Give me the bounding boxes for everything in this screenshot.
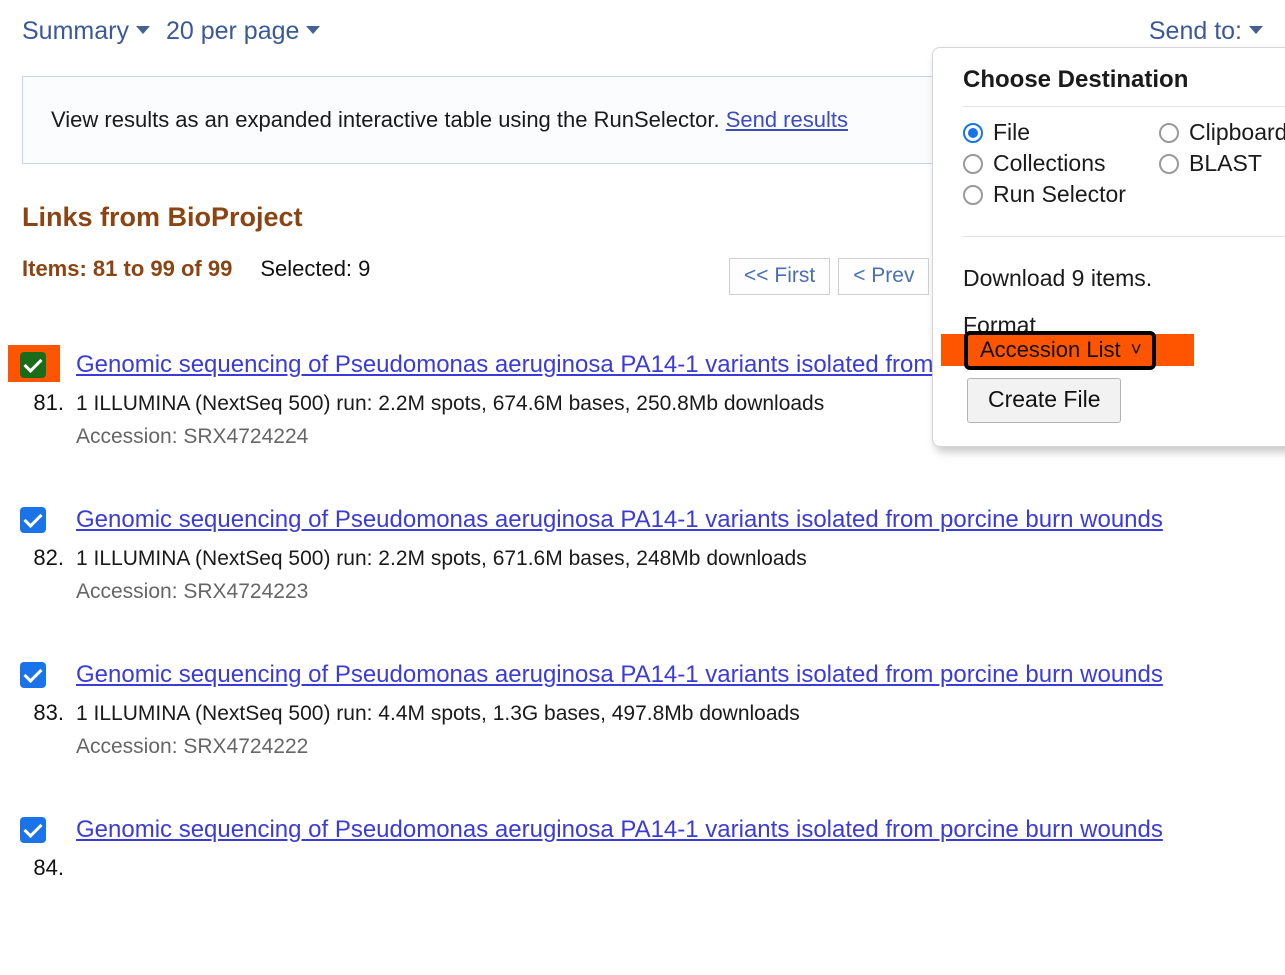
banner-text: View results as an expanded interactive … — [51, 107, 726, 132]
result-checkbox-wrap — [20, 352, 46, 378]
result-number: 84. — [33, 855, 64, 880]
items-summary-row: Items: 81 to 99 of 99 Selected: 9 — [22, 256, 370, 282]
destination-option-file[interactable]: File — [963, 119, 1159, 146]
radio-selected-icon[interactable] — [963, 122, 983, 143]
format-select[interactable]: Accession List ˅ — [964, 331, 1156, 370]
destination-option-collections[interactable]: Collections — [963, 150, 1159, 177]
destination-option-label: Collections — [993, 150, 1106, 176]
chevron-down-icon[interactable] — [1249, 26, 1263, 34]
result-body: Genomic sequencing of Pseudomonas aerugi… — [76, 805, 1285, 849]
toolbar-left-group: Summary 20 per page — [22, 17, 336, 46]
send-to-group[interactable]: Send to: — [1149, 17, 1263, 46]
list-item: 84. Genomic sequencing of Pseudomonas ae… — [0, 805, 1285, 960]
send-to-dropdown-panel: Choose Destination File Clipboard Collec… — [932, 47, 1285, 447]
result-title-link[interactable]: Genomic sequencing of Pseudomonas aerugi… — [76, 501, 1201, 539]
display-format-button[interactable]: Summary — [22, 17, 129, 46]
panel-title: Choose Destination — [963, 66, 1189, 93]
destination-option-label: Clipboard — [1189, 119, 1285, 145]
per-page-button[interactable]: 20 per page — [166, 17, 299, 46]
destination-option-label: BLAST — [1189, 150, 1262, 176]
result-checkbox-wrap — [20, 507, 46, 533]
destination-row: Run Selector — [963, 181, 1285, 208]
items-range-label: Items: 81 to 99 of 99 — [22, 256, 233, 281]
chevron-down-icon[interactable] — [135, 26, 150, 34]
page-title: Links from BioProject — [22, 202, 303, 232]
result-meta: 1 ILLUMINA (NextSeq 500) run: 4.4M spots… — [76, 702, 800, 726]
result-title-link[interactable]: Genomic sequencing of Pseudomonas aerugi… — [76, 656, 1201, 694]
list-item: 82. Genomic sequencing of Pseudomonas ae… — [0, 495, 1285, 650]
result-checkbox[interactable] — [20, 352, 46, 378]
send-to-button[interactable]: Send to: — [1149, 17, 1242, 46]
list-item: 83. Genomic sequencing of Pseudomonas ae… — [0, 650, 1285, 805]
destination-option-label: Run Selector — [993, 181, 1126, 207]
destination-option-blast[interactable]: BLAST — [1159, 150, 1262, 177]
result-checkbox[interactable] — [20, 507, 46, 533]
result-meta: 1 ILLUMINA (NextSeq 500) run: 2.2M spots… — [76, 547, 807, 571]
radio-icon[interactable] — [1159, 122, 1179, 143]
send-results-link[interactable]: Send results — [726, 107, 848, 132]
destination-row: Collections BLAST — [963, 150, 1285, 177]
banner-text-wrap: View results as an expanded interactive … — [23, 107, 848, 133]
chevron-down-icon[interactable] — [306, 26, 321, 34]
destination-row: File Clipboard — [963, 119, 1285, 146]
radio-icon[interactable] — [1159, 153, 1179, 174]
result-accession: Accession: SRX4724222 — [76, 735, 309, 759]
result-body: Genomic sequencing of Pseudomonas aerugi… — [76, 495, 1285, 604]
result-checkbox[interactable] — [20, 662, 46, 688]
result-checkbox-wrap — [20, 817, 46, 843]
destination-radio-group: File Clipboard Collections BLAST Run Sel… — [933, 107, 1285, 226]
destination-option-label: File — [993, 119, 1031, 145]
prev-page-button[interactable]: < Prev — [838, 258, 930, 296]
destination-option-clipboard[interactable]: Clipboard — [1159, 119, 1285, 146]
radio-icon[interactable] — [963, 153, 983, 174]
result-checkbox[interactable] — [20, 817, 46, 843]
first-page-button[interactable]: << First — [729, 258, 831, 296]
result-number: 81. — [33, 390, 64, 415]
result-checkbox-wrap — [20, 662, 46, 688]
selected-count-label: Selected: 9 — [260, 256, 371, 281]
download-count-label: Download 9 items. — [963, 265, 1153, 291]
create-file-button[interactable]: Create File — [967, 378, 1122, 423]
result-accession: Accession: SRX4724223 — [76, 580, 309, 604]
chevron-down-icon: ˅ — [1130, 339, 1142, 361]
result-body: Genomic sequencing of Pseudomonas aerugi… — [76, 650, 1285, 759]
result-number: 83. — [33, 700, 64, 725]
radio-icon[interactable] — [963, 184, 983, 205]
result-number: 82. — [33, 545, 64, 570]
format-select-value: Accession List — [980, 337, 1121, 362]
result-title-link[interactable]: Genomic sequencing of Pseudomonas aerugi… — [76, 811, 1201, 849]
destination-option-run-selector[interactable]: Run Selector — [963, 181, 1159, 208]
